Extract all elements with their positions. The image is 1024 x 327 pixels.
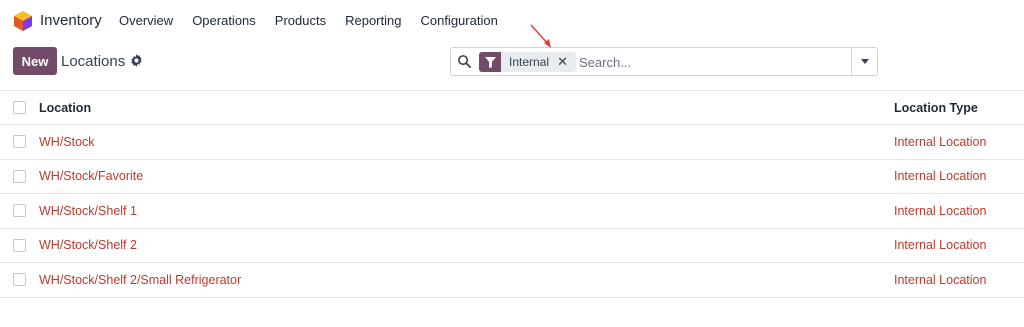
search-panel: Internal ✕	[450, 47, 878, 76]
menu-overview[interactable]: Overview	[119, 13, 173, 28]
filter-icon	[479, 52, 501, 72]
location-type-cell[interactable]: Internal Location	[894, 228, 1024, 263]
menu-products[interactable]: Products	[275, 13, 326, 28]
location-type-cell[interactable]: Internal Location	[894, 125, 1024, 160]
table-row[interactable]: WH/Stock Internal Location	[0, 125, 1024, 160]
table-row[interactable]: WH/Stock/Shelf 2/Small Refrigerator Inte…	[0, 263, 1024, 298]
search-input[interactable]	[579, 52, 849, 72]
page-title: Locations	[61, 53, 126, 70]
new-button[interactable]: New	[13, 47, 57, 75]
menu-reporting[interactable]: Reporting	[345, 13, 401, 28]
select-all-checkbox[interactable]	[13, 101, 26, 114]
main-menu: Overview Operations Products Reporting C…	[119, 13, 517, 28]
row-checkbox[interactable]	[13, 135, 26, 149]
table-row[interactable]: WH/Stock/Favorite Internal Location	[0, 159, 1024, 194]
filter-facet: Internal ✕	[479, 52, 576, 72]
locations-table: Location Location Type WH/Stock Internal…	[0, 90, 1024, 298]
row-checkbox[interactable]	[13, 169, 26, 183]
top-navbar: Inventory Overview Operations Products R…	[0, 0, 1024, 42]
facet-label: Internal	[509, 55, 550, 69]
column-header-location[interactable]: Location	[39, 91, 894, 125]
search-options-toggle[interactable]	[851, 48, 877, 75]
location-cell[interactable]: WH/Stock	[39, 125, 894, 160]
location-type-cell[interactable]: Internal Location	[894, 159, 1024, 194]
location-cell[interactable]: WH/Stock/Favorite	[39, 159, 894, 194]
table-row[interactable]: WH/Stock/Shelf 1 Internal Location	[0, 194, 1024, 229]
location-cell[interactable]: WH/Stock/Shelf 2/Small Refrigerator	[39, 263, 894, 298]
column-header-location-type[interactable]: Location Type	[894, 91, 1024, 125]
row-checkbox[interactable]	[13, 204, 26, 218]
location-cell[interactable]: WH/Stock/Shelf 1	[39, 194, 894, 229]
caret-down-icon	[860, 59, 869, 64]
row-checkbox[interactable]	[13, 238, 26, 252]
search-icon[interactable]	[457, 54, 472, 69]
table-header-row: Location Location Type	[0, 90, 1024, 125]
app-name[interactable]: Inventory	[40, 12, 102, 29]
menu-operations[interactable]: Operations	[192, 13, 256, 28]
table-row[interactable]: WH/Stock/Shelf 2 Internal Location	[0, 228, 1024, 263]
menu-configuration[interactable]: Configuration	[420, 13, 497, 28]
row-checkbox[interactable]	[13, 273, 26, 287]
inventory-app-icon[interactable]	[14, 11, 32, 31]
close-icon[interactable]: ✕	[557, 54, 568, 70]
location-type-cell[interactable]: Internal Location	[894, 263, 1024, 298]
location-type-cell[interactable]: Internal Location	[894, 194, 1024, 229]
gear-icon[interactable]	[130, 54, 143, 67]
annotation-arrow-icon	[530, 24, 551, 48]
location-cell[interactable]: WH/Stock/Shelf 2	[39, 228, 894, 263]
